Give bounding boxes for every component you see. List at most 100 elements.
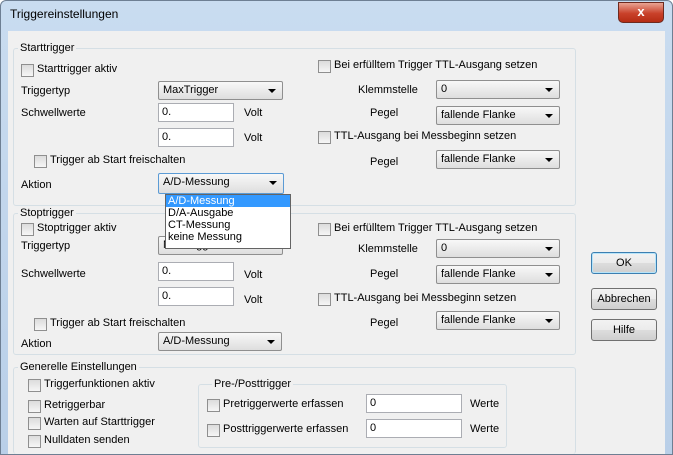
warten-checkbox[interactable] [28,417,41,430]
start-pegel-select[interactable]: fallende Flanke [436,106,560,125]
start-schwellwert1-input[interactable]: 0. [158,103,234,122]
start-ttl-trigger-label: Bei erfülltem Trigger TTL-Ausgang setzen [334,59,538,71]
stop-freischalten-label: Trigger ab Start freischalten [50,317,186,329]
title-bar[interactable]: Triggereinstellungen x [1,1,672,31]
start-klemmstelle-label: Klemmstelle [358,84,418,96]
pretrigger-input[interactable]: 0 [366,394,462,413]
stop-aktion-value: A/D-Messung [163,335,230,347]
start-aktion-value: A/D-Messung [163,176,230,188]
posttrigger-value: 0 [370,422,377,434]
chevron-down-icon [545,319,553,323]
start-freischalten-checkbox[interactable] [34,155,47,168]
starttrigger-active-checkbox[interactable] [21,64,34,77]
stop-pegel-value: fallende Flanke [441,268,516,280]
start-pegel-label: Pegel [370,107,399,119]
dialog-client: Starttrigger Starttrigger aktiv Triggert… [8,31,665,454]
chevron-down-icon [268,89,276,93]
dropdown-option[interactable]: CT-Messung [166,219,290,231]
dialog-window: Triggereinstellungen x Starttrigger Star… [0,0,673,455]
start-schwellwert2-value: 0. [162,131,172,143]
start-pegel2-label: Pegel [370,156,399,168]
ok-button[interactable]: OK [591,252,657,274]
stop-ttl-trigger-label: Bei erfülltem Trigger TTL-Ausgang setzen [334,222,538,234]
stop-klemmstelle-label: Klemmstelle [358,243,418,255]
pretrigger-checkbox[interactable] [207,399,220,412]
start-aktion-select[interactable]: A/D-Messung [158,173,284,194]
triggerfunktionen-checkbox[interactable] [28,379,41,392]
stop-schwellwert1-value: 0. [162,265,172,277]
stop-freischalten-checkbox[interactable] [34,318,47,331]
stop-klemmstelle-select[interactable]: 0 [436,239,560,258]
close-button[interactable]: x [618,2,664,23]
stop-klemmstelle-value: 0 [441,242,448,254]
stop-aktion-select[interactable]: A/D-Messung [158,332,282,351]
chevron-down-icon [267,340,275,344]
start-pegel2-value: fallende Flanke [441,153,516,165]
start-triggertyp-select[interactable]: MaxTrigger [158,81,283,100]
retriggerbar-checkbox[interactable] [28,400,41,413]
stop-pegel-label: Pegel [370,268,399,280]
nulldaten-checkbox[interactable] [28,435,41,448]
start-triggertyp-label: Triggertyp [21,85,71,97]
start-ttl-trigger-checkbox[interactable] [318,60,331,73]
stop-unit2-label: Volt [244,294,263,306]
stop-unit1-label: Volt [244,269,263,281]
start-schwellwert2-input[interactable]: 0. [158,128,234,147]
chevron-down-icon [545,247,553,251]
start-aktion-label: Aktion [21,179,52,191]
dropdown-option[interactable]: D/A-Ausgabe [166,207,290,219]
prepost-group-label: Pre-/Posttrigger [212,378,294,390]
posttrigger-label: Posttriggerwerte erfassen [223,423,349,435]
start-schwellwert1-value: 0. [162,106,172,118]
start-ttl-mess-label: TTL-Ausgang bei Messbeginn setzen [334,130,517,142]
stop-pegel2-label: Pegel [370,317,399,329]
chevron-down-icon [269,181,277,185]
stop-schwellwert2-value: 0. [162,290,172,302]
chevron-down-icon [545,88,553,92]
stop-ttl-mess-label: TTL-Ausgang bei Messbeginn setzen [334,292,517,304]
starttrigger-group-label: Starttrigger [18,42,77,54]
stop-ttl-trigger-checkbox[interactable] [318,223,331,236]
start-schwellwerte-label: Schwellwerte [21,107,86,119]
retriggerbar-label: Retriggerbar [44,399,106,411]
stop-schwellwert2-input[interactable]: 0. [158,287,234,306]
start-klemmstelle-value: 0 [441,83,448,95]
chevron-down-icon [545,114,553,118]
posttrigger-werte-label: Werte [470,423,500,435]
posttrigger-input[interactable]: 0 [366,419,462,438]
start-unit1-label: Volt [244,107,263,119]
pretrigger-werte-label: Werte [470,398,500,410]
hilfe-button[interactable]: Hilfe [591,319,657,341]
start-freischalten-label: Trigger ab Start freischalten [50,154,186,166]
stop-pegel2-select[interactable]: fallende Flanke [436,311,560,330]
pretrigger-value: 0 [370,397,377,409]
warten-label: Warten auf Starttrigger [44,416,155,428]
triggerfunktionen-label: Triggerfunktionen aktiv [44,378,155,390]
stop-pegel2-value: fallende Flanke [441,314,516,326]
stop-schwellwerte-label: Schwellwerte [21,268,86,280]
dropdown-option[interactable]: keine Messung [166,231,290,243]
pretrigger-label: Pretriggerwerte erfassen [223,398,344,410]
posttrigger-checkbox[interactable] [207,424,220,437]
dropdown-option[interactable]: A/D-Messung [166,195,290,207]
stoptrigger-group-label: Stoptrigger [18,207,76,219]
stop-aktion-label: Aktion [21,338,52,350]
start-ttl-mess-checkbox[interactable] [318,131,331,144]
window-title: Triggereinstellungen [10,7,119,21]
stoptrigger-active-label: Stoptrigger aktiv [37,222,117,234]
start-klemmstelle-select[interactable]: 0 [436,80,560,99]
stop-pegel-select[interactable]: fallende Flanke [436,265,560,284]
start-pegel-value: fallende Flanke [441,109,516,121]
chevron-down-icon [545,158,553,162]
stop-schwellwert1-input[interactable]: 0. [158,262,234,281]
general-group-label: Generelle Einstellungen [18,361,139,373]
start-pegel2-select[interactable]: fallende Flanke [436,150,560,169]
stop-ttl-mess-checkbox[interactable] [318,293,331,306]
starttrigger-active-label: Starttrigger aktiv [37,63,118,75]
stoptrigger-active-checkbox[interactable] [21,223,34,236]
abbrechen-button[interactable]: Abbrechen [591,288,657,310]
stop-triggertyp-label: Triggertyp [21,240,71,252]
chevron-down-icon [545,273,553,277]
start-unit2-label: Volt [244,132,263,144]
start-triggertyp-value: MaxTrigger [163,84,219,96]
